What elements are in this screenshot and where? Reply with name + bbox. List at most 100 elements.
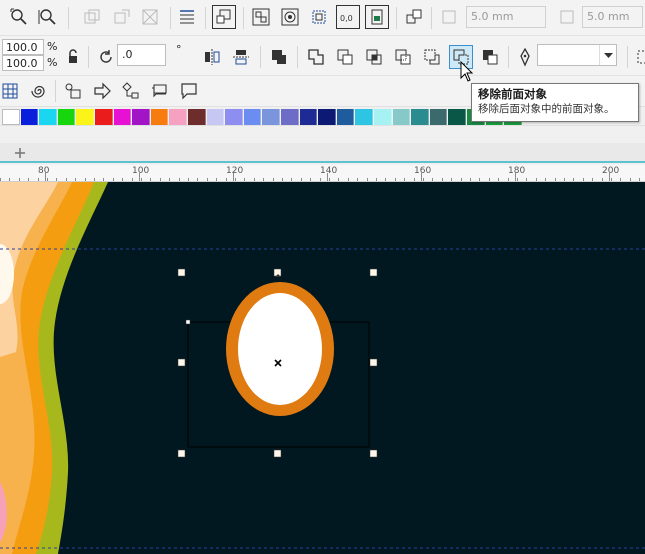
ruler-tick <box>206 178 208 181</box>
intersect-disabled-icon[interactable] <box>138 5 162 29</box>
palette-swatch[interactable] <box>188 109 206 125</box>
ruler-tick <box>479 178 481 181</box>
horizontal-ruler[interactable]: 80 100 120 140 160 180 200 <box>0 165 645 182</box>
basic-shapes-icon[interactable] <box>61 79 85 103</box>
palette-swatch[interactable] <box>411 109 429 125</box>
convert-icon[interactable] <box>402 5 426 29</box>
lock-ratio-icon[interactable] <box>61 45 85 69</box>
ruler-tick <box>310 178 312 181</box>
text-align-icon[interactable] <box>175 5 199 29</box>
ruler-tick <box>441 178 443 181</box>
ruler-tick <box>620 178 622 181</box>
palette-swatch[interactable] <box>95 109 113 125</box>
ruler-tick <box>131 178 133 181</box>
weld-disabled-icon[interactable] <box>80 5 104 29</box>
intersect-icon[interactable] <box>362 45 386 69</box>
palette-swatch[interactable] <box>299 109 318 125</box>
add-document-icon[interactable] <box>10 144 30 161</box>
trim-icon[interactable] <box>333 45 357 69</box>
mirror-horizontal-icon[interactable] <box>200 45 224 69</box>
ruler-tick <box>338 178 340 181</box>
boundary-icon[interactable] <box>478 45 502 69</box>
palette-swatch[interactable] <box>262 109 280 125</box>
weld-icon[interactable] <box>304 45 328 69</box>
callout-icon[interactable] <box>177 79 201 103</box>
separator <box>508 46 509 68</box>
ruler-label: 140 <box>320 166 338 176</box>
ruler-tick <box>272 178 274 181</box>
palette-swatch[interactable] <box>76 109 94 125</box>
ruler-tick <box>470 178 471 181</box>
outline-width-field-2[interactable]: 5.0 mm <box>582 6 643 28</box>
palette-swatch[interactable] <box>243 109 262 125</box>
chevron-down-icon[interactable] <box>599 45 616 65</box>
ruler-tick <box>394 178 396 181</box>
palette-swatch[interactable] <box>225 109 243 125</box>
unlock-icon[interactable] <box>278 5 302 29</box>
trim-disabled-icon[interactable] <box>110 5 134 29</box>
banner-icon[interactable] <box>148 79 172 103</box>
ruler-tick <box>526 178 528 181</box>
ruler-tick <box>253 178 255 181</box>
document-tab-bar <box>0 143 645 163</box>
mirror-vertical-icon[interactable] <box>229 45 253 69</box>
break-apart-icon[interactable]: 0,0 <box>336 5 360 29</box>
palette-swatch[interactable] <box>20 109 39 125</box>
grid-icon[interactable] <box>0 79 22 103</box>
palette-swatch[interactable] <box>57 109 76 125</box>
palette-swatch[interactable] <box>355 109 373 125</box>
node-handle[interactable] <box>185 319 191 325</box>
palette-swatch[interactable] <box>336 109 355 125</box>
ruler-tick <box>535 178 537 181</box>
ruler-tick <box>573 178 575 181</box>
drawing-canvas[interactable] <box>0 182 645 554</box>
ruler-tick <box>291 178 293 181</box>
group-icon[interactable] <box>212 5 236 29</box>
combine-icon[interactable] <box>307 5 331 29</box>
palette-swatch[interactable] <box>392 109 411 125</box>
scale-x-field[interactable]: 100.0 <box>2 39 44 55</box>
more-options-icon[interactable] <box>630 45 645 69</box>
front-minus-back-icon[interactable] <box>420 45 444 69</box>
ruler-tick <box>18 178 20 181</box>
outline-width-field-1[interactable]: 5.0 mm <box>466 6 546 28</box>
palette-swatch[interactable] <box>206 109 225 125</box>
separator <box>243 7 244 29</box>
zoom-select-icon[interactable] <box>35 5 59 29</box>
ruler-tick <box>0 178 1 181</box>
ruler-tick <box>460 178 462 181</box>
scale-y-field[interactable]: 100.0 <box>2 55 44 71</box>
palette-swatch[interactable] <box>429 109 448 125</box>
palette-swatch[interactable] <box>448 109 466 125</box>
ruler-tick <box>592 178 594 181</box>
ruler-tick <box>225 178 227 181</box>
ruler-tick <box>545 178 547 181</box>
palette-swatch[interactable] <box>150 109 169 125</box>
flowchart-icon[interactable] <box>119 79 143 103</box>
ruler-tick <box>122 178 124 181</box>
palette-swatch[interactable] <box>2 109 20 125</box>
ruler-major-tick <box>609 173 610 181</box>
ruler-tick <box>329 178 330 181</box>
order-icon[interactable] <box>365 5 389 29</box>
palette-swatch[interactable] <box>39 109 57 125</box>
palette-swatch[interactable] <box>318 109 336 125</box>
palette-swatch[interactable] <box>113 109 132 125</box>
spiral-icon[interactable] <box>26 79 50 103</box>
simplify-icon[interactable] <box>391 45 415 69</box>
zoom-icon[interactable] <box>7 5 31 29</box>
combine-shape-icon[interactable] <box>267 45 291 69</box>
arrow-shape-icon[interactable] <box>90 79 114 103</box>
ruler-tick <box>611 178 612 181</box>
palette-swatch[interactable] <box>374 109 392 125</box>
rotation-field[interactable]: .0 <box>117 44 166 66</box>
white-ellipse[interactable] <box>238 293 322 405</box>
ungroup-icon[interactable] <box>249 5 273 29</box>
tooltip-title: 移除前面对象 <box>478 87 547 101</box>
ruler-tick <box>244 178 246 181</box>
ruler-tick <box>37 178 39 181</box>
ruler-tick <box>404 178 406 181</box>
palette-swatch[interactable] <box>132 109 150 125</box>
palette-swatch[interactable] <box>281 109 299 125</box>
palette-swatch[interactable] <box>169 109 187 125</box>
